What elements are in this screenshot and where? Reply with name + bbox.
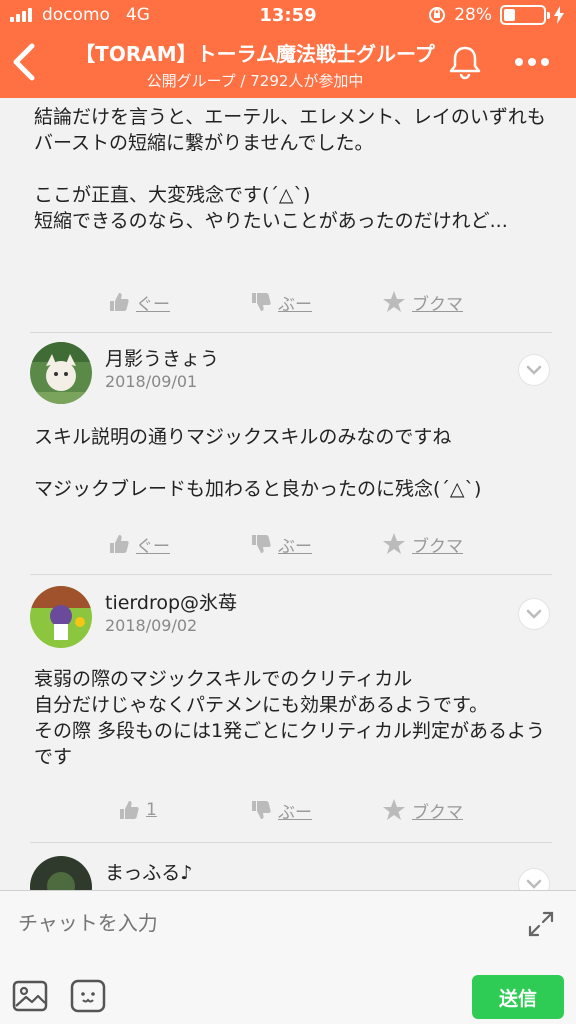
like-button[interactable]: ぐー xyxy=(108,530,170,558)
comment-feed[interactable]: 結論だけを言うと、エーテル、エレメント、レイのいずれもバーストの短縮に繋がりませ… xyxy=(0,98,576,890)
star-icon xyxy=(383,799,405,820)
battery-icon xyxy=(500,5,550,25)
comment-body: 結論だけを言うと、エーテル、エレメント、レイのいずれもバーストの短縮に繋がりませ… xyxy=(34,106,546,232)
divider xyxy=(30,574,552,575)
star-icon xyxy=(383,533,405,554)
avatar[interactable] xyxy=(30,856,92,890)
comment-body: スキル説明の通りマジックスキルのみなのですね マジックブレードも加わると良かった… xyxy=(34,426,482,500)
orientation-lock-icon xyxy=(429,7,446,23)
comment-author: 月影うきょう 2018/09/01 xyxy=(30,342,550,406)
like-button[interactable]: ぐー xyxy=(108,288,170,316)
dislike-button[interactable]: ぶー xyxy=(250,288,312,316)
bell-icon[interactable] xyxy=(447,44,483,80)
battery-percent: 28% xyxy=(454,5,492,25)
dislike-button[interactable]: ぶー xyxy=(250,530,312,558)
star-icon xyxy=(383,291,405,312)
comment-actions: ぐー ぶー ブクマ xyxy=(0,288,576,316)
divider xyxy=(30,842,552,843)
like-button[interactable]: 1 xyxy=(118,796,157,824)
status-right: 28% xyxy=(428,5,564,25)
author-name[interactable]: 月影うきょう xyxy=(105,344,219,371)
thumbs-down-icon xyxy=(252,293,271,311)
bookmark-button[interactable]: ブクマ xyxy=(382,530,463,558)
comment-date: 2018/09/02 xyxy=(105,616,198,635)
chevron-down-icon xyxy=(526,879,542,889)
thumbs-down-icon xyxy=(252,801,271,819)
bookmark-button[interactable]: ブクマ xyxy=(382,796,463,824)
expand-icon[interactable] xyxy=(526,909,556,939)
more-menu-icon[interactable] xyxy=(512,52,552,72)
chat-input[interactable] xyxy=(18,903,498,943)
group-title: 【TORAM】トーラム魔法戦士グループ xyxy=(75,42,435,66)
comment-menu-button[interactable] xyxy=(518,598,550,630)
image-icon[interactable] xyxy=(12,979,48,1013)
comment-author: tierdrop@氷苺 2018/09/02 xyxy=(30,586,550,650)
dislike-button[interactable]: ぶー xyxy=(250,796,312,824)
status-bar: docomo 4G 13:59 28% xyxy=(0,0,576,30)
comment-body: 衰弱の際のマジックスキルでのクリティカル 自分だけじゃなくパテメンにも効果がある… xyxy=(34,668,545,768)
comment-menu-button[interactable] xyxy=(518,868,550,890)
chevron-left-icon xyxy=(13,43,35,81)
author-name[interactable]: まっふる♪ xyxy=(105,858,192,885)
divider xyxy=(30,332,552,333)
send-button[interactable]: 送信 xyxy=(472,975,564,1019)
avatar[interactable] xyxy=(30,342,92,404)
group-subtitle: 公開グループ / 7292人が参加中 xyxy=(146,72,364,90)
comment-menu-button[interactable] xyxy=(518,354,550,386)
thumbs-up-icon xyxy=(110,293,129,311)
group-header: 【TORAM】トーラム魔法戦士グループ 公開グループ / 7292人が参加中 xyxy=(0,30,576,98)
comment-actions: ぐー ぶー ブクマ xyxy=(0,530,576,558)
author-name[interactable]: tierdrop@氷苺 xyxy=(105,588,237,615)
comment-author: まっふる♪ xyxy=(30,856,550,890)
thumbs-down-icon xyxy=(252,535,271,553)
avatar[interactable] xyxy=(30,586,92,648)
group-title-block[interactable]: 【TORAM】トーラム魔法戦士グループ 公開グループ / 7292人が参加中 xyxy=(60,38,450,91)
charging-icon xyxy=(554,6,564,24)
comment-date: 2018/09/01 xyxy=(105,372,198,391)
sticker-icon[interactable] xyxy=(70,979,106,1013)
back-button[interactable] xyxy=(10,42,40,82)
top-bar: docomo 4G 13:59 28% 【TORAM】トーラム魔法戦士グループ … xyxy=(0,0,576,98)
chevron-down-icon xyxy=(526,609,542,619)
thumbs-up-icon xyxy=(110,535,129,553)
chat-composer: 送信 xyxy=(0,890,576,1024)
bookmark-button[interactable]: ブクマ xyxy=(382,288,463,316)
thumbs-up-icon xyxy=(120,801,139,819)
comment-actions: 1 ぶー ブクマ xyxy=(0,796,576,824)
chevron-down-icon xyxy=(526,365,542,375)
